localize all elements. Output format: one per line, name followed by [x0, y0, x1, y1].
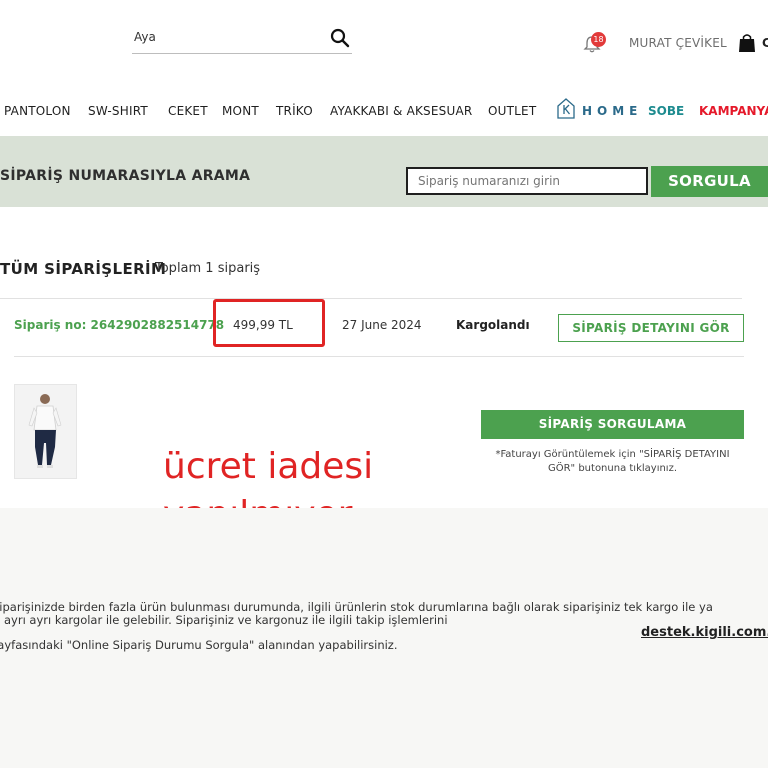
- k-home-logo-icon[interactable]: [556, 97, 576, 119]
- order-count: Toplam 1 sipariş: [155, 261, 261, 276]
- nav-item-mont[interactable]: MONT: [222, 104, 259, 118]
- support-link[interactable]: destek.kigili.com.tr: [641, 625, 768, 640]
- search-bar: [132, 26, 352, 54]
- main-nav: PANTOLON SW-SHIRT CEKET MONT TRİKO AYAKK…: [0, 96, 768, 126]
- footer-text: Sayfasındaki "Online Sipariş Durumu Sorg…: [0, 638, 398, 652]
- order-date: 27 June 2024: [342, 318, 422, 332]
- nav-item-sw-shirt[interactable]: SW-SHIRT: [88, 104, 148, 118]
- nav-item-kampanya[interactable]: KAMPANYA: [699, 104, 768, 118]
- nav-item-triko[interactable]: TRİKO: [276, 104, 313, 118]
- nav-item-ayakkabi-aksesuar[interactable]: AYAKKABI & AKSESUAR: [330, 104, 472, 118]
- product-thumbnail[interactable]: [14, 384, 77, 479]
- footer-text: Siparişinizde birden fazla ürün bulunmas…: [0, 600, 713, 614]
- product-image: [15, 385, 76, 478]
- divider: [0, 298, 742, 299]
- search-input[interactable]: [134, 30, 324, 44]
- order-query-button[interactable]: SİPARİŞ SORGULAMA: [481, 410, 744, 439]
- annotation-text: ücret iadesi: [163, 446, 374, 487]
- nav-item-outlet[interactable]: OUTLET: [488, 104, 536, 118]
- sorgula-button[interactable]: SORGULA: [651, 166, 768, 197]
- cart-label[interactable]: C: [762, 36, 768, 50]
- nav-item-home[interactable]: HOME: [582, 104, 642, 118]
- user-name[interactable]: MURAT ÇEVİKEL: [629, 36, 727, 50]
- notification-badge: 18: [591, 32, 606, 47]
- order-search-title: SİPARİŞ NUMARASIYLA ARAMA: [0, 168, 251, 184]
- nav-item-sobe[interactable]: SOBE: [648, 104, 684, 118]
- shopping-bag-icon[interactable]: [738, 33, 756, 53]
- order-status: Kargolandı: [456, 318, 530, 332]
- nav-item-ceket[interactable]: CEKET: [168, 104, 208, 118]
- search-icon[interactable]: [330, 28, 350, 48]
- page-title: TÜM SİPARİŞLERİM: [0, 260, 167, 278]
- divider: [14, 356, 744, 357]
- order-number-input[interactable]: [406, 167, 648, 195]
- invoice-note: *Faturayı Görüntülemek için "SİPARİŞ DET…: [495, 449, 730, 474]
- nav-item-pantolon[interactable]: PANTOLON: [4, 104, 71, 118]
- footer-text: da ayrı ayrı kargolar ile gelebilir. Sip…: [0, 613, 448, 627]
- order-detail-button[interactable]: SİPARİŞ DETAYINI GÖR: [558, 314, 744, 342]
- price-highlight-box: [213, 299, 325, 347]
- order-number[interactable]: Sipariş no: 2642902882514778: [14, 318, 224, 332]
